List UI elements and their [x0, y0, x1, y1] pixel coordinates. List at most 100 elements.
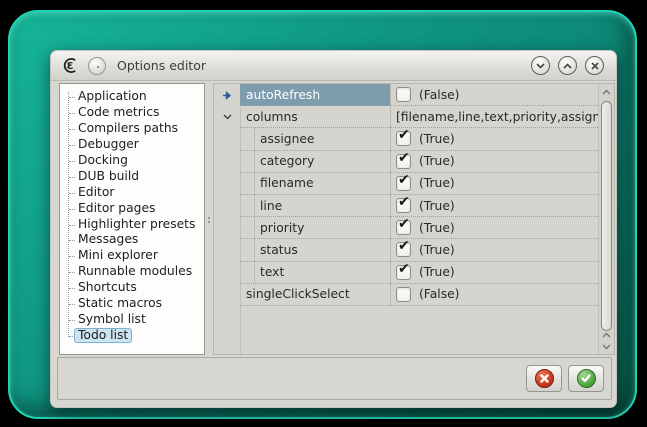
sidebar-item-todo-list[interactable]: Todo list — [60, 328, 204, 344]
sidebar-item-compilers-paths[interactable]: Compilers paths — [60, 121, 204, 137]
accept-button[interactable] — [568, 365, 604, 392]
sidebar-item-highlighter-presets[interactable]: Highlighter presets — [60, 217, 204, 233]
value-checkbox[interactable]: ✔ — [396, 87, 411, 102]
sidebar-item-editor-pages[interactable]: Editor pages — [60, 201, 204, 217]
property-value-label: (True) — [419, 154, 455, 168]
property-rows: autoRefresh ✔ (False) columns ✔ [filenam… — [214, 84, 598, 306]
value-checkbox[interactable]: ✔ — [396, 242, 411, 257]
checkmark-icon: ✔ — [398, 239, 410, 254]
sidebar-item-debugger[interactable]: Debugger — [60, 137, 204, 153]
sidebar-item-label: Static macros — [78, 297, 162, 310]
chevron-up-icon — [563, 63, 572, 69]
sidebar-item-label: DUB build — [78, 170, 139, 183]
property-name-label: priority — [260, 221, 304, 235]
property-value-label: (True) — [419, 132, 455, 146]
property-value[interactable]: ✔ (True) — [390, 173, 598, 195]
row-gutter[interactable] — [214, 195, 240, 217]
close-button[interactable] — [585, 56, 604, 75]
property-value-label: (True) — [419, 243, 455, 257]
value-checkbox[interactable]: ✔ — [396, 131, 411, 146]
scroll-up-icon[interactable] — [599, 86, 614, 98]
property-name[interactable]: filename — [240, 173, 390, 195]
sidebar-item-label: Debugger — [78, 138, 139, 151]
property-value[interactable]: ✔ [filename,line,text,priority,assigne — [390, 106, 598, 128]
property-name[interactable]: columns — [240, 106, 390, 128]
property-value[interactable]: ✔ (True) — [390, 217, 598, 239]
sidebar-item-shortcuts[interactable]: Shortcuts — [60, 280, 204, 296]
sidebar-item-mini-explorer[interactable]: Mini explorer — [60, 248, 204, 264]
sidebar-item-docking[interactable]: Docking — [60, 153, 204, 169]
sidebar-item-application[interactable]: Application — [60, 89, 204, 105]
property-value[interactable]: ✔ (True) — [390, 128, 598, 150]
checkmark-icon: ✔ — [398, 217, 410, 232]
sidebar-item-label: Todo list — [74, 328, 132, 343]
property-name[interactable]: autoRefresh — [240, 84, 390, 106]
property-name[interactable]: line — [240, 195, 390, 217]
sidebar-item-label: Docking — [78, 154, 128, 167]
sidebar-item-messages[interactable]: Messages — [60, 232, 204, 248]
titlebar-pin-button[interactable] — [88, 57, 106, 75]
desktop-frame: Ɛ Options editor Application Code metrics… — [8, 10, 637, 419]
value-checkbox[interactable]: ✔ — [396, 176, 411, 191]
property-name-label: singleClickSelect — [246, 287, 350, 301]
property-row-line: line ✔ (True) — [214, 195, 598, 217]
property-value[interactable]: ✔ (True) — [390, 195, 598, 217]
value-checkbox[interactable]: ✔ — [396, 220, 411, 235]
property-name-label: category — [260, 154, 314, 168]
cancel-button[interactable] — [526, 365, 562, 392]
property-name[interactable]: text — [240, 262, 390, 284]
property-name[interactable]: status — [240, 239, 390, 261]
sidebar-item-label: Application — [78, 90, 147, 103]
value-checkbox[interactable]: ✔ — [396, 287, 411, 302]
titlebar[interactable]: Ɛ Options editor — [51, 51, 616, 81]
property-value[interactable]: ✔ (True) — [390, 262, 598, 284]
row-gutter[interactable] — [214, 217, 240, 239]
property-value[interactable]: ✔ (True) — [390, 151, 598, 173]
property-value[interactable]: ✔ (False) — [390, 84, 598, 106]
maximize-button[interactable] — [558, 56, 577, 75]
row-gutter[interactable] — [214, 151, 240, 173]
scroll-down-icon[interactable] — [599, 341, 614, 353]
sidebar-item-dub-build[interactable]: DUB build — [60, 169, 204, 185]
row-gutter[interactable] — [214, 106, 240, 128]
property-name[interactable]: priority — [240, 217, 390, 239]
value-checkbox[interactable]: ✔ — [396, 265, 411, 280]
sidebar-item-label: Compilers paths — [78, 122, 178, 135]
splitter-handle[interactable] — [206, 215, 212, 225]
checkmark-icon: ✔ — [398, 262, 410, 277]
row-gutter[interactable] — [214, 128, 240, 150]
checkmark-icon: ✔ — [398, 195, 410, 210]
sidebar-item-symbol-list[interactable]: Symbol list — [60, 312, 204, 328]
checkmark-icon: ✔ — [398, 128, 410, 143]
vertical-scrollbar[interactable] — [598, 84, 614, 354]
row-gutter[interactable] — [214, 262, 240, 284]
property-value[interactable]: ✔ (True) — [390, 239, 598, 261]
property-value[interactable]: ✔ (False) — [390, 284, 598, 306]
sidebar-item-label: Mini explorer — [78, 249, 158, 262]
chevron-down-icon — [536, 63, 545, 69]
sidebar-item-static-macros[interactable]: Static macros — [60, 296, 204, 312]
property-row-singleClickSelect: singleClickSelect ✔ (False) — [214, 284, 598, 306]
property-name[interactable]: assignee — [240, 128, 390, 150]
sidebar-item-label: Highlighter presets — [78, 218, 195, 231]
property-name-label: status — [260, 243, 298, 257]
scrollbar-thumb[interactable] — [601, 101, 612, 331]
sidebar-item-code-metrics[interactable]: Code metrics — [60, 105, 204, 121]
property-value-label: (True) — [419, 176, 455, 190]
collapse-chevron-icon — [223, 114, 232, 120]
sidebar-item-editor[interactable]: Editor — [60, 185, 204, 201]
window-title: Options editor — [117, 58, 206, 73]
property-row-status: status ✔ (True) — [214, 239, 598, 261]
row-gutter[interactable] — [214, 284, 240, 306]
property-row-autoRefresh: autoRefresh ✔ (False) — [214, 84, 598, 106]
row-gutter[interactable] — [214, 84, 240, 106]
row-gutter[interactable] — [214, 239, 240, 261]
property-name[interactable]: singleClickSelect — [240, 284, 390, 306]
value-checkbox[interactable]: ✔ — [396, 154, 411, 169]
minimize-button[interactable] — [531, 56, 550, 75]
value-checkbox[interactable]: ✔ — [396, 198, 411, 213]
property-name[interactable]: category — [240, 151, 390, 173]
row-gutter[interactable] — [214, 173, 240, 195]
scroll-up-icon-bottom[interactable] — [599, 329, 614, 341]
sidebar-item-runnable-modules[interactable]: Runnable modules — [60, 264, 204, 280]
